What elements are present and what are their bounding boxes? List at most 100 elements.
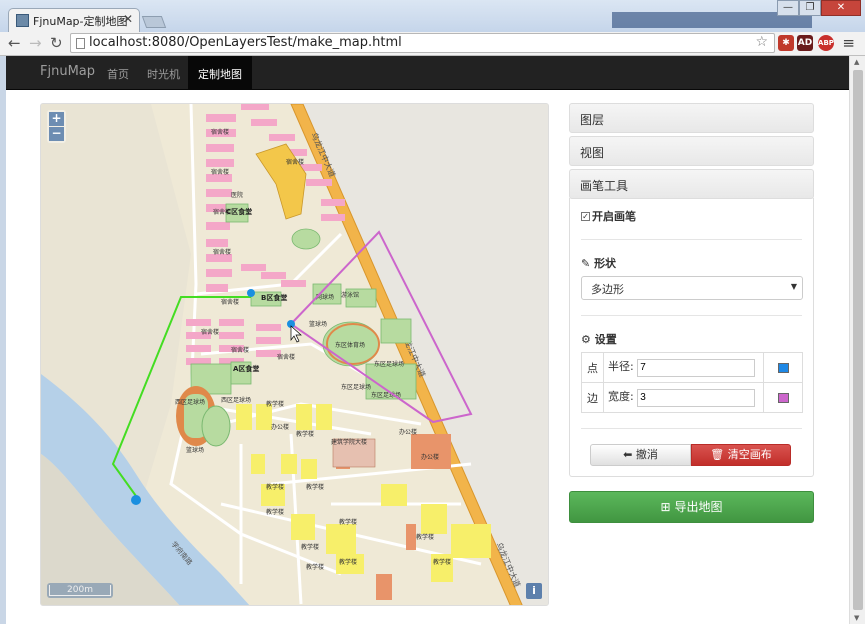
- pen-tool-body: ✓ 开启画笔 ✎ 形状 多边形 ▼ ⚙ 设置 点 半径: 7 边 宽度: 3 ⬅…: [569, 198, 814, 477]
- map-label: 宿舍楼: [286, 158, 304, 166]
- panel-pen-tool[interactable]: 画笔工具: [569, 169, 814, 199]
- map-canvas[interactable]: 乌龙江中大道 乌龙江中大道 乌龙江中大道 学府南路 宿舍楼 宿舍楼 宿舍楼 宿舍…: [40, 103, 549, 606]
- edge-color-cell: [763, 382, 803, 413]
- zoom-in-button[interactable]: +: [49, 112, 64, 126]
- zoom-control: + −: [47, 110, 66, 143]
- map-label: 教学楼: [433, 558, 451, 566]
- map-label: 办公楼: [399, 428, 417, 436]
- scroll-down-icon[interactable]: ▼: [854, 614, 859, 622]
- panel-view[interactable]: 视图: [569, 136, 814, 166]
- clear-canvas-button[interactable]: 🗑 清空画布: [691, 444, 791, 466]
- chevron-down-icon: ▼: [790, 282, 797, 291]
- attribution-info-button[interactable]: i: [526, 583, 542, 599]
- address-bar[interactable]: localhost:8080/OpenLayersTest/make_map.h…: [70, 33, 775, 53]
- table-row: 点 半径:: [581, 352, 803, 383]
- map-label: 宿舍楼: [213, 248, 231, 256]
- map-label: 教学楼: [416, 533, 434, 541]
- nav-custom-map[interactable]: 定制地图: [188, 56, 252, 90]
- forward-icon[interactable]: →: [29, 34, 42, 52]
- adblock-icon[interactable]: AD: [797, 35, 813, 51]
- pencil-icon: ✎: [581, 257, 591, 270]
- point-color-swatch[interactable]: [777, 362, 789, 373]
- map-label: A区食堂: [233, 364, 259, 373]
- shape-label: 形状: [594, 257, 617, 270]
- shape-select-value: 多边形: [591, 283, 624, 296]
- abp-icon[interactable]: ABP: [818, 35, 834, 51]
- map-label: 教学楼: [266, 400, 284, 408]
- back-icon[interactable]: ←: [8, 34, 21, 52]
- tab-close-icon[interactable]: ✕: [123, 12, 133, 26]
- clear-label: 清空画布: [727, 448, 772, 461]
- page-viewport: FjnuMap 首页 时光机 定制地图 乌龙江中大道 乌龙江中大道 乌龙江中大道…: [6, 56, 849, 624]
- width-input[interactable]: [637, 388, 756, 407]
- map-label: 西区足球场: [175, 398, 205, 406]
- settings-heading: ⚙ 设置: [581, 331, 802, 347]
- radius-cell: 半径:: [603, 352, 764, 383]
- close-window-button[interactable]: ✕: [821, 0, 861, 16]
- export-label: 导出地图: [674, 500, 723, 514]
- maximize-button[interactable]: ❐: [799, 0, 821, 16]
- arrow-left-icon: ⬅: [623, 448, 633, 461]
- map-label: 宿舍楼: [211, 128, 229, 136]
- nav-time-machine[interactable]: 时光机: [147, 66, 180, 82]
- bookmark-star-icon[interactable]: ☆: [755, 34, 768, 50]
- sitemap-icon: ⊞: [660, 500, 671, 514]
- drawn-point: [131, 495, 141, 505]
- scrollbar-thumb[interactable]: [853, 70, 863, 610]
- map-label: 东区足球场: [341, 383, 371, 391]
- scale-line: 200m: [47, 583, 113, 598]
- panel-layers[interactable]: 图层: [569, 103, 814, 133]
- undo-button[interactable]: ⬅ 撤消: [590, 444, 691, 466]
- action-buttons: ⬅ 撤消 🗑 清空画布: [590, 444, 791, 466]
- map-label: 宿舍楼: [201, 328, 219, 336]
- extension-icon[interactable]: ✱: [778, 35, 794, 51]
- vertical-scrollbar[interactable]: ▲ ▼: [849, 56, 865, 624]
- point-label: 点: [581, 352, 604, 383]
- drawn-point: [247, 289, 255, 297]
- edge-color-swatch[interactable]: [777, 392, 789, 403]
- map-label: 宿舍楼: [211, 168, 229, 176]
- brand-logo[interactable]: FjnuMap: [40, 64, 95, 79]
- export-map-button[interactable]: ⊞ 导出地图: [569, 491, 814, 523]
- browser-toolbar: ← → ↻ localhost:8080/OpenLayersTest/make…: [0, 32, 865, 56]
- page-icon: [76, 38, 85, 49]
- map-label: 教学楼: [266, 483, 284, 491]
- shape-heading: ✎ 形状: [581, 255, 802, 271]
- undo-label: 撤消: [635, 448, 658, 461]
- map-label: B区食堂: [261, 293, 287, 302]
- map-tiles: 乌龙江中大道 乌龙江中大道 乌龙江中大道 学府南路 宿舍楼 宿舍楼 宿舍楼 宿舍…: [41, 104, 548, 605]
- reload-icon[interactable]: ↻: [50, 34, 63, 52]
- scale-label: 200m: [49, 585, 111, 596]
- scroll-up-icon[interactable]: ▲: [854, 58, 859, 66]
- map-label: 篮球场: [186, 446, 204, 454]
- map-label: 教学楼: [306, 483, 324, 491]
- minimize-button[interactable]: —: [777, 0, 799, 16]
- map-label: 教学楼: [301, 543, 319, 551]
- radius-input[interactable]: [637, 358, 756, 377]
- browser-titlebar: FjnuMap-定制地图 ✕ — ❐ ✕: [0, 0, 865, 32]
- trash-icon: 🗑: [710, 448, 725, 461]
- edge-label: 边: [581, 382, 604, 413]
- shape-select[interactable]: 多边形 ▼: [581, 276, 803, 300]
- divider: [581, 239, 802, 240]
- new-tab-button[interactable]: [141, 16, 167, 28]
- divider: [581, 315, 802, 316]
- gear-icon: ⚙: [581, 333, 591, 346]
- site-navbar: FjnuMap 首页 时光机 定制地图: [6, 56, 849, 90]
- url-text[interactable]: localhost:8080/OpenLayersTest/make_map.h…: [89, 35, 402, 50]
- width-cell: 宽度:: [603, 382, 764, 413]
- map-label: 教学楼: [266, 508, 284, 516]
- browser-tab[interactable]: FjnuMap-定制地图 ✕: [8, 8, 140, 32]
- tab-title: FjnuMap-定制地图: [33, 15, 128, 28]
- table-row: 边 宽度:: [581, 382, 803, 413]
- map-label: C区食堂: [226, 207, 252, 216]
- enable-pen-checkbox[interactable]: ✓: [581, 211, 590, 221]
- enable-pen-row: ✓ 开启画笔: [581, 208, 802, 224]
- nav-home[interactable]: 首页: [107, 66, 129, 82]
- point-color-cell: [763, 352, 803, 383]
- map-label: 篮球场: [309, 320, 327, 328]
- map-label: 教学楼: [296, 430, 314, 438]
- zoom-out-button[interactable]: −: [49, 127, 64, 141]
- settings-label: 设置: [594, 333, 617, 346]
- menu-icon[interactable]: ≡: [842, 34, 855, 52]
